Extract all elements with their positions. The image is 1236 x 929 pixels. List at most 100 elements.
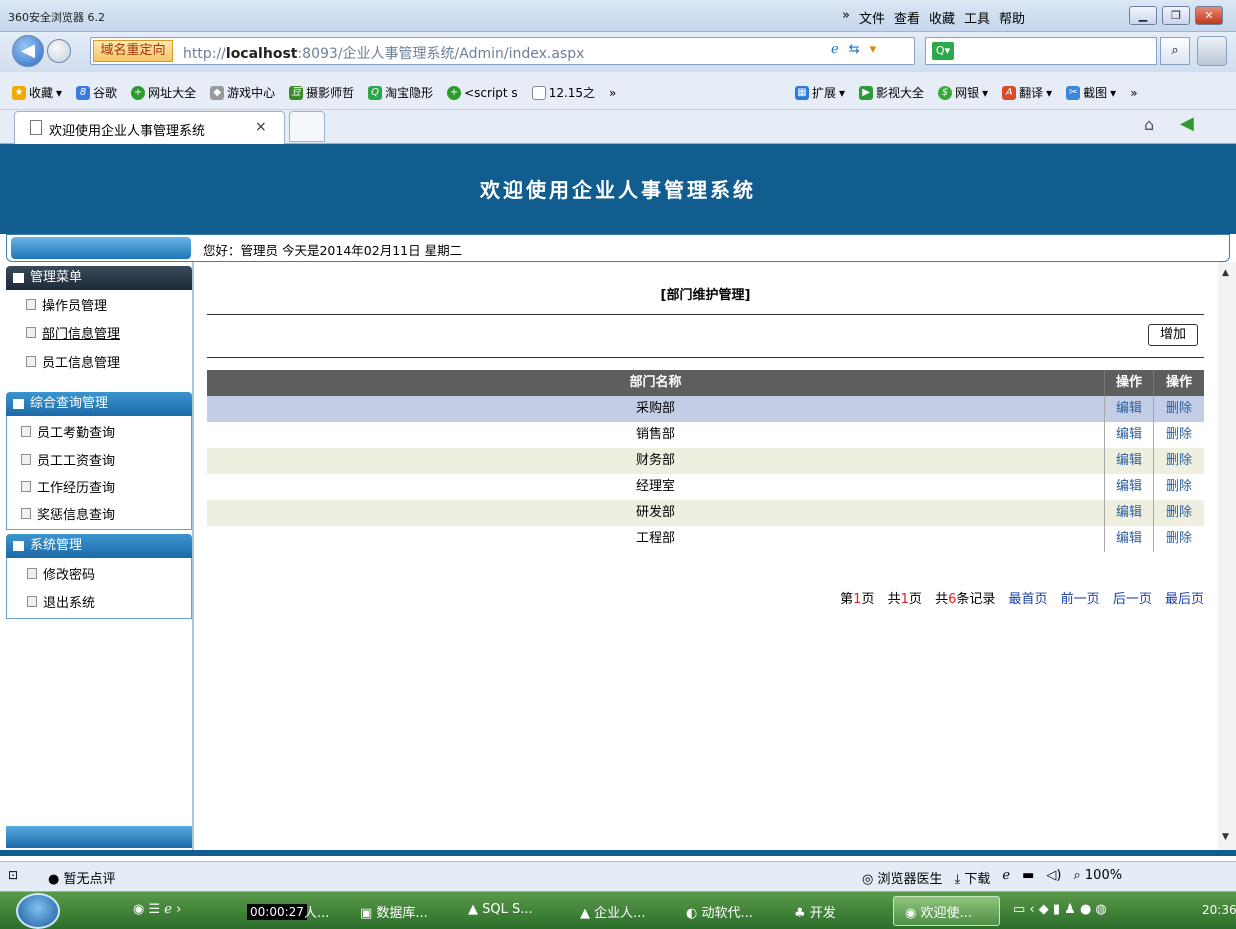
info-bar: 您好：管理员 今天是2014年02月11日 星期二 [6,234,1230,262]
delete-link[interactable]: 删除 [1153,422,1204,448]
minimize-button[interactable]: ▁ [1129,6,1157,25]
divider-line [207,314,1204,315]
task-item[interactable]: ▣ 数据库... [360,902,428,921]
edit-link[interactable]: 编辑 [1104,526,1153,552]
fav-photographer[interactable]: 豆摄影师哲 [289,84,354,101]
fav-taobao[interactable]: Q 淘宝隐形 [368,84,433,101]
fav-google[interactable]: 8 谷歌 [76,84,117,101]
edit-link[interactable]: 编辑 [1104,396,1153,422]
sidebar-item-salary[interactable]: 员工工资查询 [21,448,115,470]
sidebar-item-attendance[interactable]: 员工考勤查询 [21,420,115,442]
delete-link[interactable]: 删除 [1153,396,1204,422]
delete-link[interactable]: 删除 [1153,526,1204,552]
quick-launch-icons[interactable]: ◉ ☰ ℯ › [133,902,181,917]
search-input[interactable]: Q▾ [925,37,1157,65]
sidebar-item-logout[interactable]: 退出系统 [27,590,95,612]
maximize-button[interactable]: ❐ [1162,6,1190,25]
task-item[interactable]: ◐ 动软代... [686,902,753,921]
fav-doc[interactable]: 12.15之 [531,84,595,101]
page-rating[interactable]: ● 暂无点评 [48,868,116,887]
last-page-link[interactable]: 最后页 [1165,592,1204,607]
delete-link[interactable]: 删除 [1153,474,1204,500]
address-bar[interactable]: 域名重定向 http://localhost:8093/企业人事管理系统/Adm… [90,37,915,65]
ie-mode-icon[interactable]: ℯ [831,42,839,57]
user-icon[interactable] [1197,36,1227,66]
fav-url-directory[interactable]: + 网址大全 [131,84,196,101]
start-button[interactable] [16,893,60,929]
fav-collect[interactable]: ★ 收藏 ▾ [12,84,62,101]
frame-divider[interactable] [192,262,194,854]
domain-redirect-badge[interactable]: 域名重定向 [93,40,173,62]
downloads[interactable]: ⤓ 下载 [955,868,991,887]
browser-doctor[interactable]: ◎ 浏览器医生 [862,868,943,887]
fav-script[interactable]: + <script s [447,84,518,101]
sidebar-item-rewards[interactable]: 奖惩信息查询 [21,502,115,524]
dropdown-icon[interactable]: ▾ [870,42,877,57]
home-icon[interactable]: ⌂ [1144,115,1154,134]
task-item[interactable]: 人... [304,902,329,921]
forward-button[interactable] [47,39,71,63]
sidebar-item-operator[interactable]: 操作员管理 [26,293,107,315]
add-button[interactable]: 增加 [1148,324,1198,346]
menu-view[interactable]: 查看 [894,8,920,27]
clock[interactable]: 20:36 [1202,903,1236,917]
task-item-active-label[interactable]: ◉ 欢迎使... [905,902,972,921]
menu-file[interactable]: 文件 [859,8,885,27]
delete-link[interactable]: 删除 [1153,448,1204,474]
prev-page-link[interactable]: 前一页 [1061,592,1100,607]
task-item[interactable]: ▲ SQL S... [468,902,533,917]
ie-icon[interactable]: ℯ [1002,868,1010,887]
sidebar-section-manage[interactable]: 管理菜单 [6,266,192,290]
vertical-scrollbar[interactable]: ▲ ▼ [1218,262,1236,854]
ext-video[interactable]: ▶ 影视大全 [859,84,924,101]
refresh-icon[interactable]: ⇆ [849,42,860,57]
fav-game-center[interactable]: ◆ 游戏中心 [210,84,275,101]
fav-more[interactable]: » [609,84,616,101]
tab-active[interactable]: 欢迎使用企业人事管理系统 × [14,111,285,144]
sidebar-item-employee[interactable]: 员工信息管理 [26,350,120,372]
ext-translate[interactable]: A 翻译 ▾ [1002,84,1052,101]
edit-link[interactable]: 编辑 [1104,474,1153,500]
total-pages: 共1页 [887,592,922,607]
ext-more[interactable]: » [1130,84,1137,101]
zoom-level[interactable]: ⌕ 100% [1073,868,1122,887]
edit-link[interactable]: 编辑 [1104,422,1153,448]
menu-capsule [11,237,191,259]
ext-extensions[interactable]: ▦ 扩展 ▾ [795,84,845,101]
dept-name-cell: 财务部 [635,453,675,468]
task-item[interactable]: ▲ 企业人... [580,902,646,921]
ext-bank[interactable]: $ 网银 ▾ [938,84,988,101]
search-button[interactable]: ⌕ [1160,37,1190,65]
volume-icon[interactable]: ◁) [1046,868,1061,887]
next-page-link[interactable]: 后一页 [1113,592,1152,607]
first-page-link[interactable]: 最首页 [1009,592,1048,607]
scroll-up-icon[interactable]: ▲ [1222,268,1229,278]
sidebar-item-department[interactable]: 部门信息管理 [26,321,120,343]
table-row: 研发部 编辑 删除 [207,500,1204,526]
delete-link[interactable]: 删除 [1153,500,1204,526]
expand-icon[interactable]: ⊡ [8,868,18,882]
scroll-down-icon[interactable]: ▼ [1222,832,1229,842]
search-engine-icon[interactable]: Q▾ [932,42,954,60]
back-button[interactable]: ◀ [12,35,44,67]
undo-close-icon[interactable]: ◀ [1180,113,1194,134]
menu-tools[interactable]: 工具 [964,8,990,27]
new-tab-button[interactable] [289,111,325,142]
tab-close-icon[interactable]: × [255,119,267,135]
sidebar-item-work-history[interactable]: 工作经历查询 [21,475,115,497]
edit-link[interactable]: 编辑 [1104,500,1153,526]
tray-icons[interactable]: ▭ ‹ ◆ ▮ ♟ ● ◍ [1013,902,1107,917]
sidebar-item-change-password[interactable]: 修改密码 [27,562,95,584]
sidebar-section-query[interactable]: 综合查询管理 [6,392,192,416]
url-text[interactable]: http://localhost:8093/企业人事管理系统/Admin/ind… [183,43,584,63]
window-icon[interactable]: ▬ [1022,868,1034,887]
close-window-button[interactable]: ✕ [1195,6,1223,25]
edit-link[interactable]: 编辑 [1104,448,1153,474]
task-item[interactable]: ♣ 开发 [794,902,836,921]
menu-more[interactable]: » [842,8,850,27]
doctor-icon: ◎ [862,872,874,887]
menu-favorites[interactable]: 收藏 [929,8,955,27]
ext-screenshot[interactable]: ✂ 截图 ▾ [1066,84,1116,101]
menu-help[interactable]: 帮助 [999,8,1025,27]
sidebar-section-system[interactable]: 系统管理 [6,534,192,558]
